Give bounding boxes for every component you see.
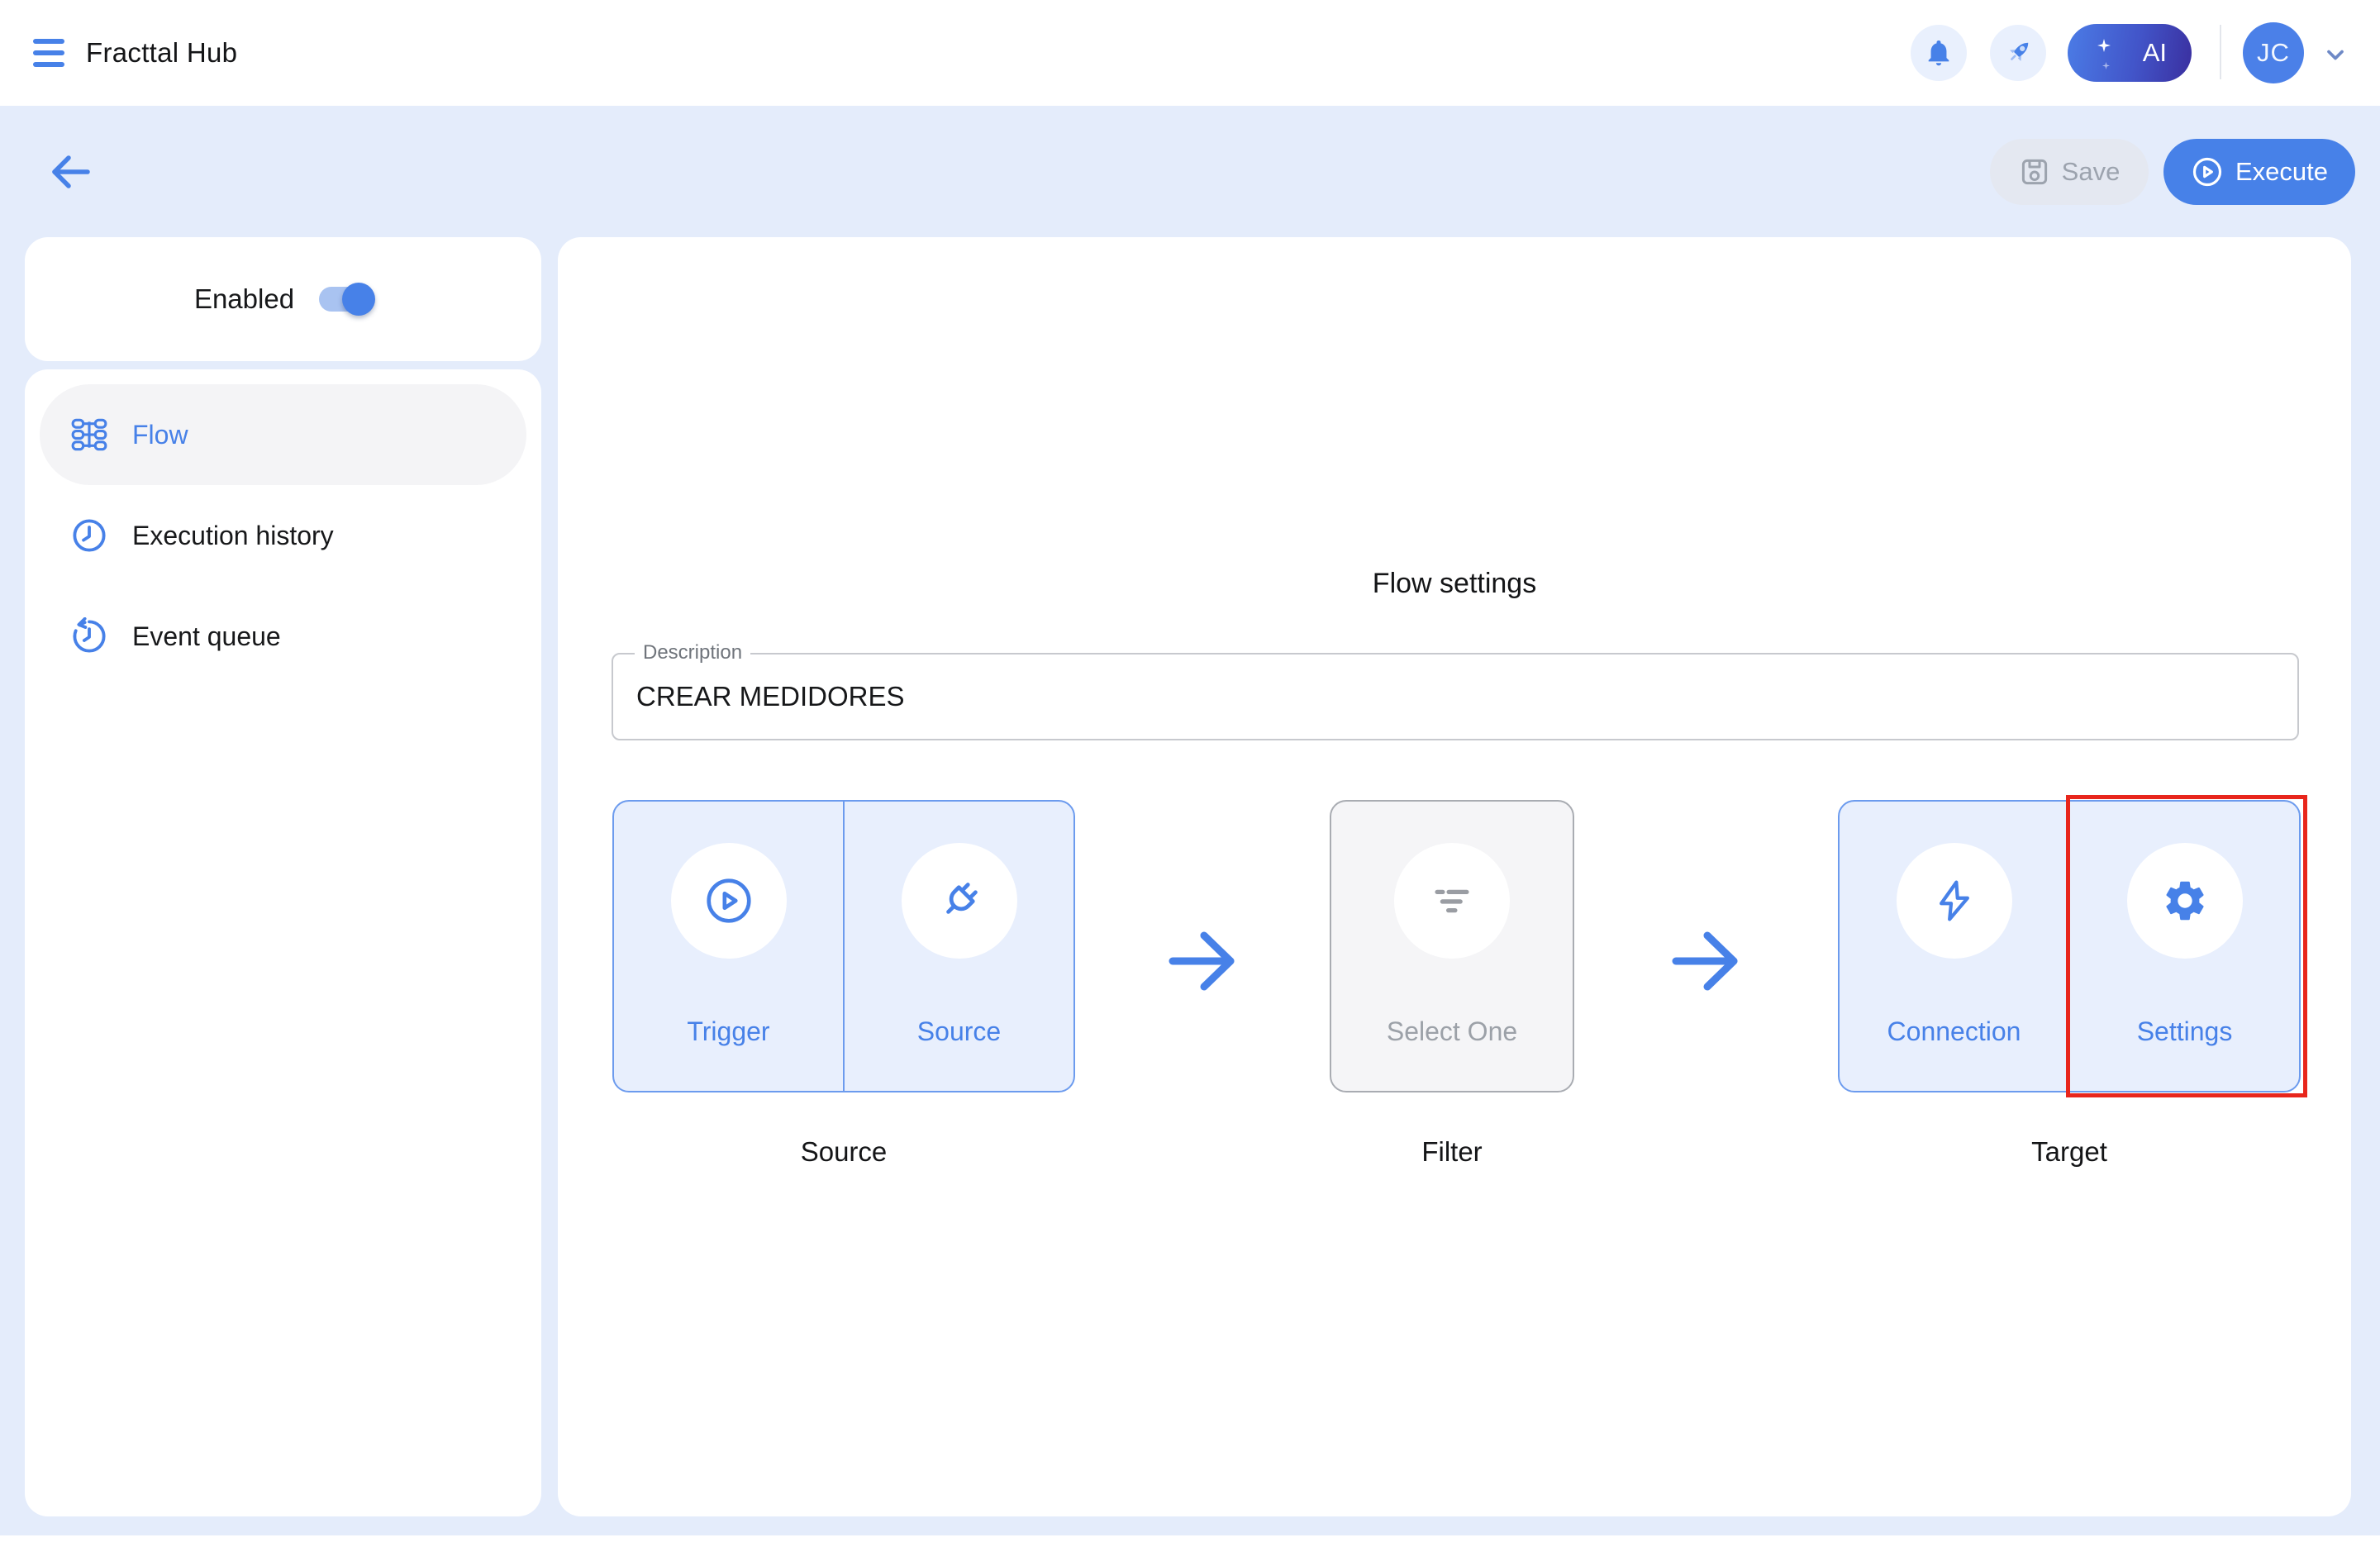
save-button-label: Save [2062,157,2121,187]
sidebar-item-execution-history[interactable]: Execution history [40,485,526,586]
toggle-thumb [342,283,375,316]
rocket-icon [2002,36,2035,69]
fracttal-hub-app: Fracttal Hub [0,0,2380,1547]
filter-select-step[interactable]: Select One [1331,802,1573,1091]
bottom-strip [0,1535,2380,1547]
source-group-label: Source [612,1136,1075,1168]
flow-icon [69,415,109,455]
sidebar-item-label: Execution history [132,521,334,551]
step-circle [2127,843,2243,959]
target-group-label: Target [1838,1136,2301,1168]
avatar-initials: JC [2257,38,2290,68]
description-field: Description [612,653,2299,740]
play-circle-icon [2191,155,2224,188]
sidebar-item-label: Event queue [132,621,281,652]
save-button[interactable]: Save [1990,139,2149,205]
gear-icon [2161,877,2209,925]
menu-icon[interactable] [33,39,64,67]
ai-assistant-button[interactable]: AI [2068,24,2192,82]
step-circle [902,843,1017,959]
header-divider [2220,25,2221,79]
bolt-icon [1931,878,1978,924]
step-circle [671,843,787,959]
execute-button[interactable]: Execute [2163,139,2355,205]
sidebar-item-label: Flow [132,420,188,450]
settings-step[interactable]: Settings [2070,802,2299,1091]
sparkle-icon [2102,62,2110,69]
step-label: Trigger [687,1016,769,1047]
step-label: Connection [1887,1016,2021,1047]
header: Fracttal Hub [0,0,2380,106]
sidebar-item-flow[interactable]: Flow [40,384,526,485]
avatar[interactable]: JC [2243,22,2304,83]
page-title: Flow settings [558,568,2351,600]
source-step[interactable]: Source [845,802,1073,1091]
whats-new-button[interactable] [1990,25,2046,81]
notifications-button[interactable] [1911,25,1967,81]
enabled-card: Enabled [25,237,541,361]
flow-settings-panel: Flow settings Description Trigger [558,237,2351,1516]
sparkle-icon [2097,39,2111,52]
ai-button-label: AI [2143,38,2167,68]
play-circle-icon [703,875,754,926]
sidebar-menu: Flow Execution history Event queue [25,369,541,1516]
clock-icon [69,516,109,555]
arrow-right-icon [1668,923,1744,999]
history-icon [69,616,109,656]
execute-button-label: Execute [2235,157,2328,187]
back-arrow-icon [46,154,93,190]
step-circle [1394,843,1510,959]
description-field-label: Description [635,641,750,664]
source-step-box: Trigger Source [612,800,1075,1092]
back-button[interactable] [46,154,93,190]
filter-step-box: Select One [1330,800,1574,1092]
description-input[interactable] [613,654,2297,739]
filter-group-label: Filter [1330,1136,1574,1168]
app-title: Fracttal Hub [86,0,237,106]
step-circle [1897,843,2012,959]
bell-icon [1924,38,1954,68]
step-label: Source [917,1016,1001,1047]
save-icon [2019,156,2050,188]
chevron-down-icon[interactable] [2322,41,2349,72]
enabled-label: Enabled [194,283,294,315]
filter-icon [1428,877,1476,925]
step-label: Select One [1387,1016,1517,1047]
step-label: Settings [2137,1016,2233,1047]
plug-icon [935,876,984,926]
trigger-step[interactable]: Trigger [614,802,845,1091]
target-step-box: Connection Settings [1838,800,2301,1092]
enabled-toggle[interactable] [319,287,372,312]
sidebar-item-event-queue[interactable]: Event queue [40,586,526,687]
connection-step[interactable]: Connection [1840,802,2070,1091]
arrow-right-icon [1164,923,1240,999]
